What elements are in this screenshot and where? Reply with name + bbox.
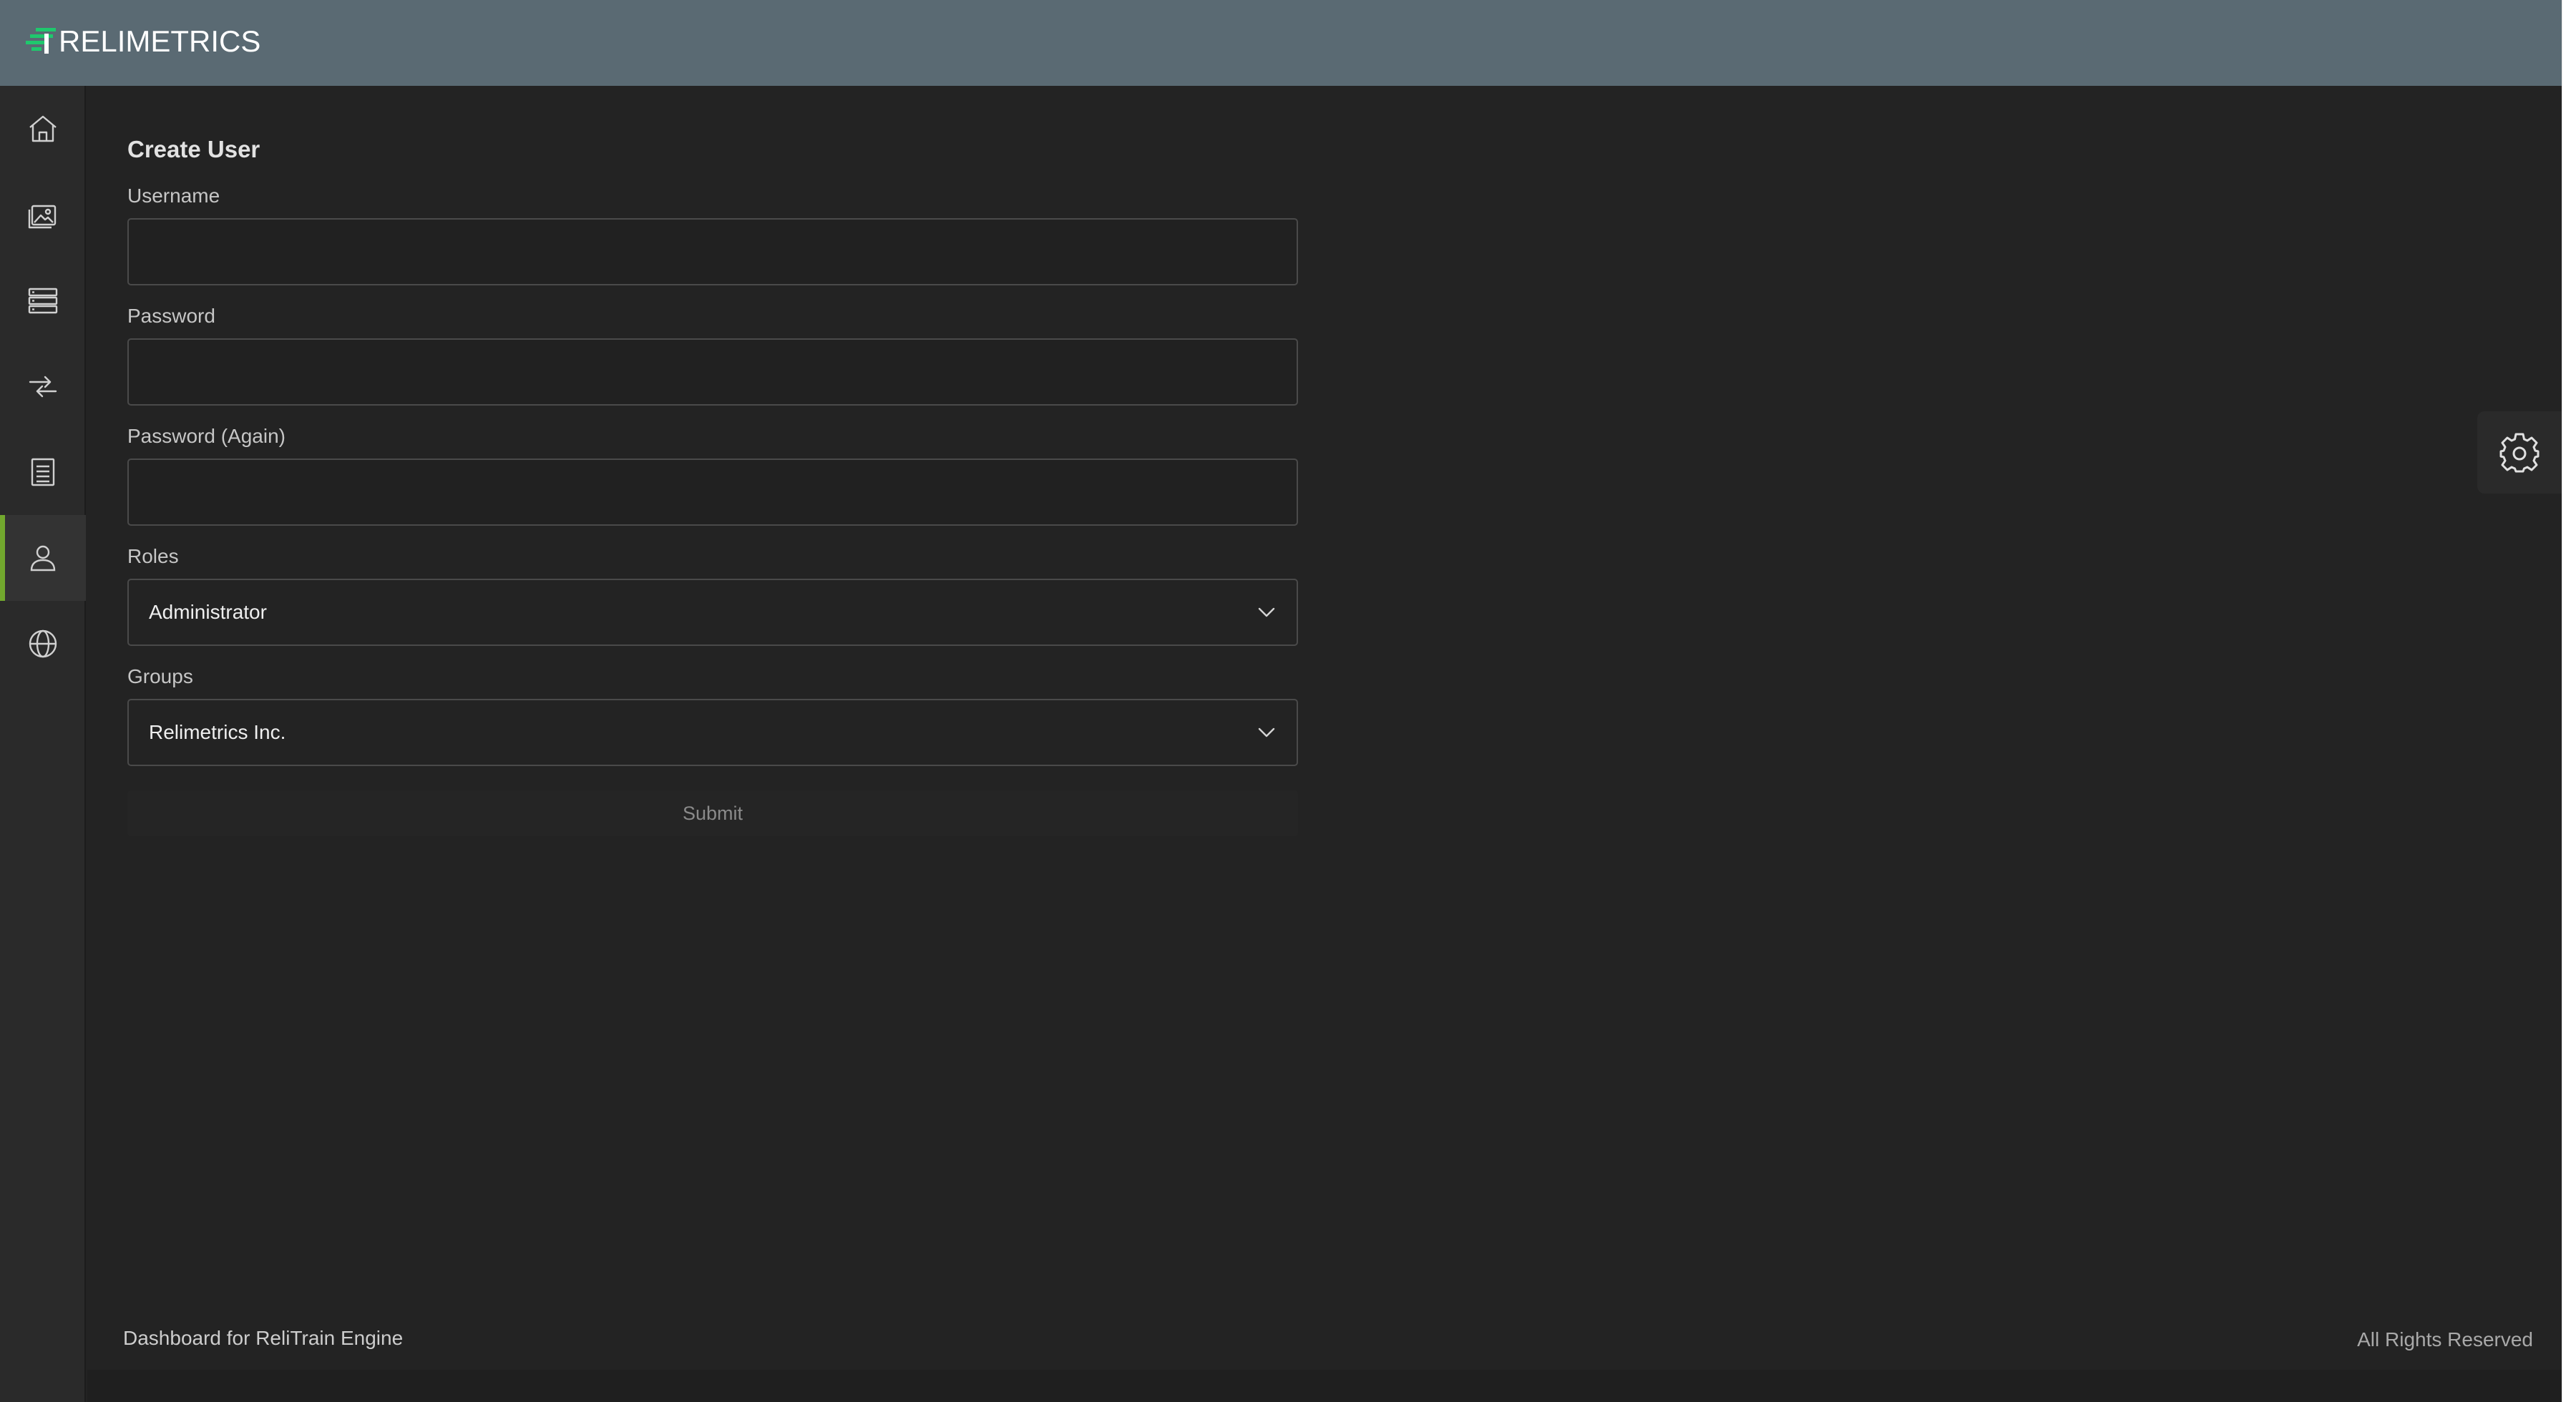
password-input[interactable] — [127, 338, 1298, 406]
footer-tagline: Dashboard for ReliTrain Engine — [123, 1327, 404, 1349]
relimetrics-logo[interactable]: RELIMETRICS — [26, 20, 260, 63]
password-again-label: Password (Again) — [127, 425, 286, 447]
sidebar-item-reports[interactable] — [0, 429, 86, 515]
sidebar-item-users[interactable] — [0, 515, 86, 601]
images-icon — [28, 205, 57, 229]
settings-button[interactable] — [2477, 411, 2562, 494]
logo-mark-icon — [26, 28, 56, 54]
gear-icon — [2499, 433, 2540, 472]
footer: Dashboard for ReliTrain Engine All Right… — [87, 1298, 2562, 1370]
sidebar-item-transfer[interactable] — [0, 343, 86, 429]
document-list-icon — [31, 458, 55, 486]
user-icon — [30, 545, 56, 572]
username-input[interactable] — [127, 218, 1298, 285]
roles-select[interactable]: Administrator — [127, 579, 1298, 646]
sidebar-item-home[interactable] — [0, 86, 86, 172]
submit-button[interactable]: Submit — [127, 790, 1298, 836]
password-label: Password — [127, 305, 215, 327]
globe-icon — [29, 629, 57, 658]
transfer-icon — [29, 376, 57, 398]
groups-select[interactable]: Relimetrics Inc. — [127, 699, 1298, 766]
database-icon — [28, 288, 58, 314]
groups-selected-value: Relimetrics Inc. — [149, 721, 286, 743]
window-edge — [2562, 0, 2576, 1402]
roles-label: Roles — [127, 545, 179, 567]
sidebar — [0, 86, 86, 1402]
footer-copyright: All Rights Reserved — [2357, 1328, 2533, 1350]
top-bar: RELIMETRICS — [0, 0, 2562, 86]
groups-label: Groups — [127, 665, 193, 687]
sidebar-item-datasets[interactable] — [0, 258, 86, 343]
page-title: Create User — [127, 136, 260, 162]
username-label: Username — [127, 185, 220, 207]
roles-selected-value: Administrator — [149, 601, 267, 623]
home-icon — [29, 115, 57, 142]
sidebar-item-network[interactable] — [0, 601, 86, 687]
bottom-strip — [87, 1370, 2562, 1402]
chevron-down-icon — [1258, 727, 1275, 737]
password-again-input[interactable] — [127, 459, 1298, 526]
logo-wordmark: RELIMETRICS — [59, 24, 261, 58]
app-window: RELIMETRICS Create User Username Passwor… — [0, 0, 2562, 1402]
main-content: Create User Username Password Password (… — [87, 86, 2562, 1366]
chevron-down-icon — [1258, 607, 1275, 617]
sidebar-item-images[interactable] — [0, 172, 86, 258]
